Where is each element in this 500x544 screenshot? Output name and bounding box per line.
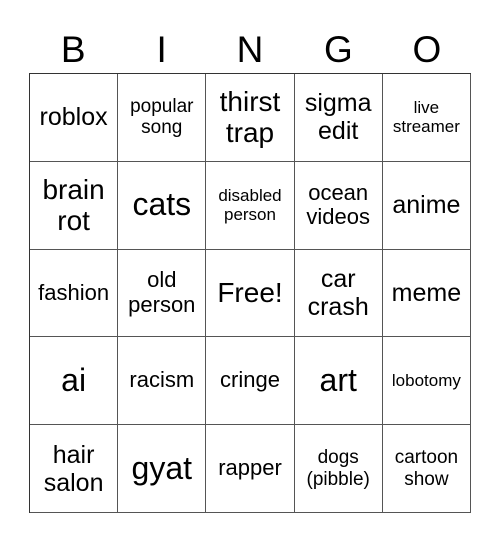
bingo-cell[interactable]: old person [118,249,207,338]
cell-text: dogs (pibble) [306,447,370,490]
bingo-cell[interactable]: cringe [206,337,295,426]
bingo-cell[interactable]: cartoon show [382,425,471,513]
bingo-cell[interactable]: racism [118,337,207,426]
bingo-cell[interactable]: thirst trap [206,74,295,162]
bingo-cell[interactable]: anime [382,161,471,250]
cell-text: racism [129,367,195,393]
free-space[interactable]: Free! [206,249,295,338]
cell-text: rapper [218,455,282,481]
bingo-cell[interactable]: art [294,337,383,426]
cell-text: fashion [38,279,110,305]
bingo-cell[interactable]: cats [118,161,207,250]
cell-text: ocean videos [306,179,370,230]
bingo-cell[interactable]: live streamer [382,74,471,162]
bingo-cell[interactable]: rapper [206,425,295,513]
bingo-cell[interactable]: roblox [30,74,119,162]
header-letter-n: N [236,29,264,70]
cell-text: anime [392,191,461,220]
cell-text: art [319,361,357,398]
header-letter-i: I [156,29,167,70]
cell-text: cringe [220,367,280,393]
bingo-cell[interactable]: lobotomy [382,337,471,426]
bingo-cell[interactable]: popular song [118,74,207,162]
bingo-cell[interactable]: sigma edit [294,74,383,162]
cell-text: live streamer [392,98,460,137]
bingo-grid: roblox popular song thirst trap sigma ed… [29,73,471,513]
cell-text: roblox [39,103,108,132]
cell-text: lobotomy [391,371,461,391]
bingo-header: B I N G O [29,28,471,72]
cell-text: sigma edit [304,89,372,146]
header-letter-g: G [324,29,353,70]
cell-text: Free! [217,277,283,309]
cell-text: gyat [131,449,193,486]
bingo-cell[interactable]: meme [382,249,471,338]
bingo-cell[interactable]: dogs (pibble) [294,425,383,513]
bingo-cell[interactable]: gyat [118,425,207,513]
cell-text: thirst trap [219,86,281,149]
bingo-cell[interactable]: hair salon [30,425,119,513]
bingo-cell[interactable]: disabled person [206,161,295,250]
bingo-cell[interactable]: ocean videos [294,161,383,250]
bingo-cell[interactable]: brain rot [30,161,119,250]
cell-text: brain rot [42,173,105,237]
header-letter-b: B [60,29,86,70]
cell-text: cartoon show [394,447,459,490]
cell-text: meme [391,278,462,307]
cell-text: ai [61,361,87,398]
bingo-cell[interactable]: ai [30,337,119,426]
cell-text: popular song [130,96,194,139]
cell-text: cats [132,186,192,223]
cell-text: old person [128,267,196,317]
bingo-cell[interactable]: fashion [30,249,119,338]
cell-text: hair salon [43,440,104,497]
header-letter-o: O [412,29,442,70]
cell-text: car crash [307,264,369,321]
cell-text: disabled person [218,186,282,225]
bingo-cell[interactable]: car crash [294,249,383,338]
